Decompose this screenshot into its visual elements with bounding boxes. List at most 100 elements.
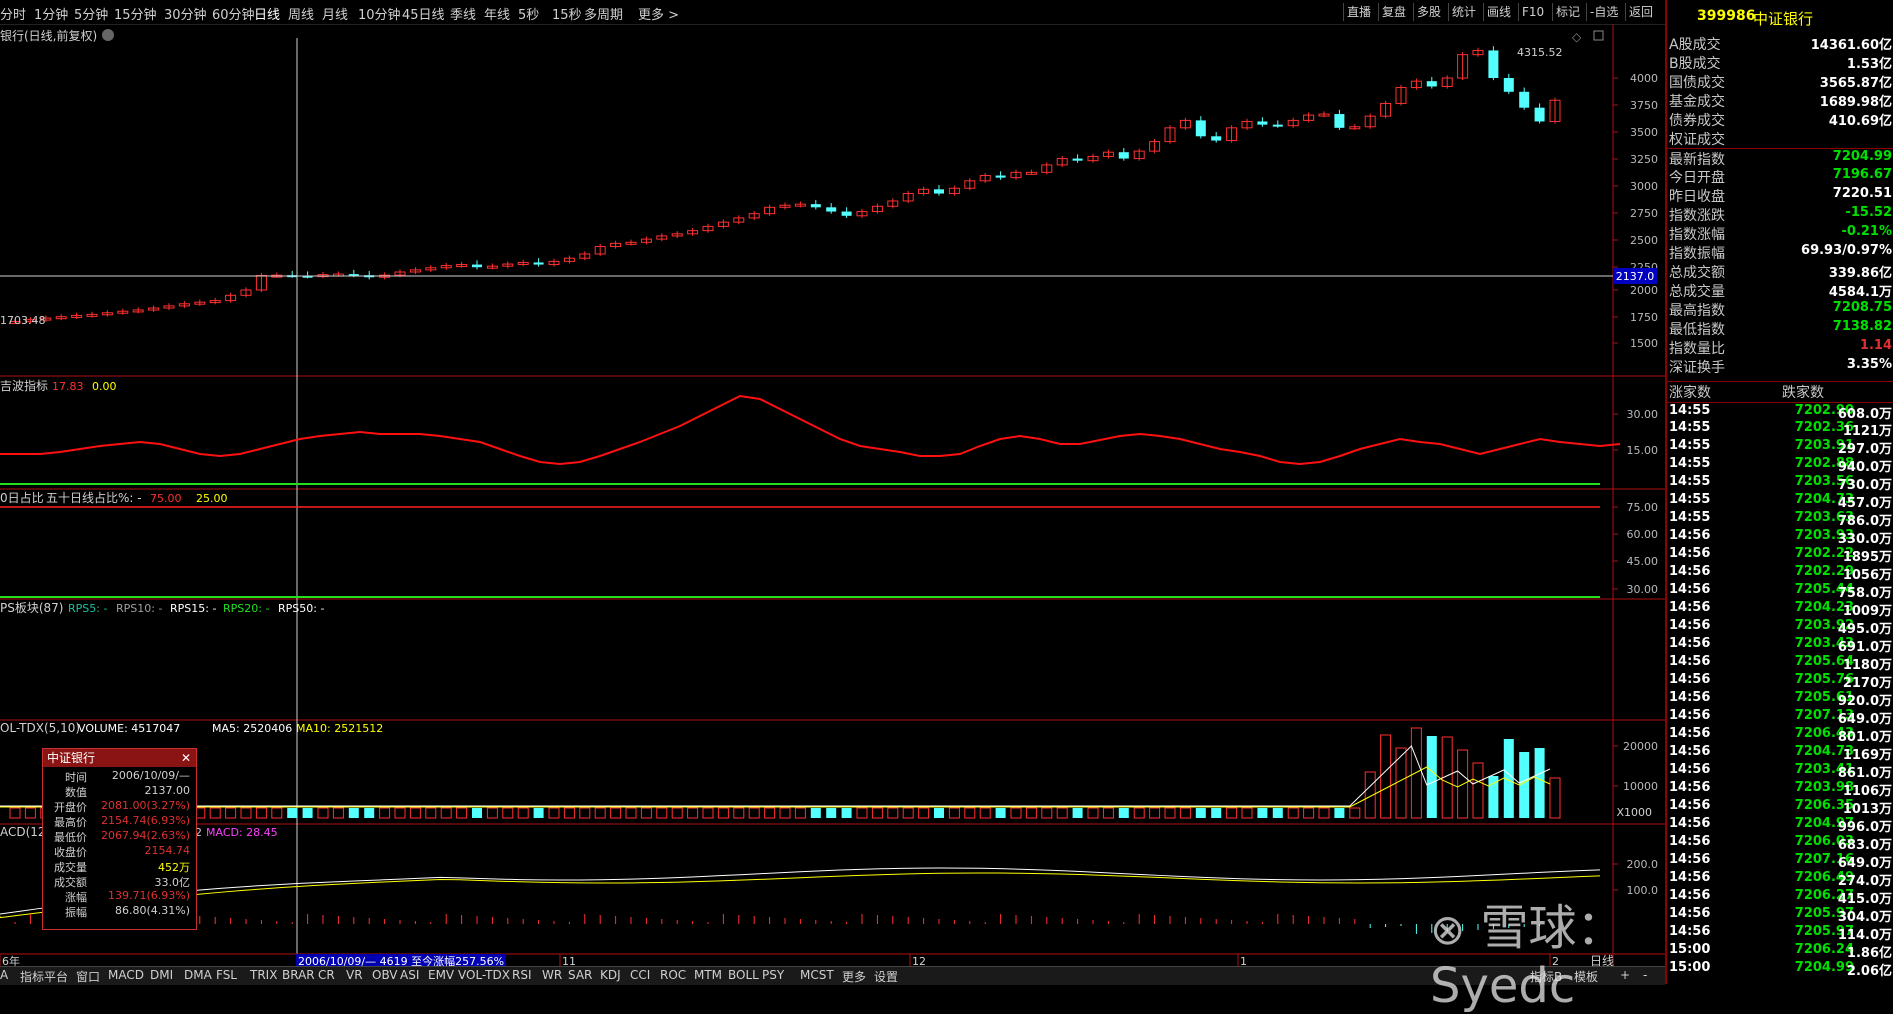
index-code: 399986 bbox=[1697, 8, 1756, 24]
chart-area[interactable]: 银行(日线,前复权) ◇ 4000 3750 3500 3250 3000 2750 2500 2… bbox=[0, 24, 1665, 968]
period-tab-11[interactable]: 季线 bbox=[450, 4, 476, 23]
period-tab-3[interactable]: 15分钟 bbox=[114, 4, 157, 23]
tick-price: 7202.36 bbox=[1794, 420, 1854, 435]
tick-price: 7203.98 bbox=[1794, 780, 1854, 795]
indicator-tab-11[interactable]: OBV bbox=[372, 968, 398, 982]
indicator-tab-17[interactable]: SAR bbox=[568, 968, 592, 982]
period-tab-8[interactable]: 月线 bbox=[322, 4, 348, 23]
stat-label: 国债成交 bbox=[1669, 75, 1725, 91]
period-tab-1[interactable]: 1分钟 bbox=[34, 4, 68, 23]
volume-bar bbox=[1164, 807, 1176, 819]
volume-bar bbox=[995, 808, 1006, 818]
volume-bar bbox=[364, 808, 375, 818]
volume-bar bbox=[209, 807, 221, 819]
indicator-tab-12[interactable]: ASI bbox=[400, 968, 419, 982]
indicator-tab-0[interactable]: A bbox=[0, 968, 8, 982]
tick-row: 14:56 7202.22 1895万 bbox=[1667, 546, 1893, 565]
volume-bar bbox=[1133, 807, 1145, 819]
period-tab-16[interactable]: 更多 > bbox=[638, 4, 679, 23]
volume-bar bbox=[610, 807, 622, 819]
period-tab-2[interactable]: 5分钟 bbox=[74, 4, 108, 23]
indicator-tab-19[interactable]: CCI bbox=[630, 968, 650, 982]
indicator-tab-1[interactable]: 指标平台 bbox=[20, 968, 68, 985]
period-tab-15[interactable]: 多周期 bbox=[584, 4, 623, 23]
volume-bar bbox=[579, 807, 591, 819]
toolbar-button-5[interactable]: F10 bbox=[1518, 3, 1547, 21]
tick-volume: 691.0万 bbox=[1837, 640, 1892, 655]
bottom-right-button-3[interactable]: - bbox=[1643, 968, 1647, 982]
indicator-tab-16[interactable]: WR bbox=[542, 968, 562, 982]
stat-row: 深证换手 3.35% bbox=[1667, 357, 1893, 376]
volume-bar bbox=[779, 807, 791, 819]
indicator-tab-3[interactable]: MACD bbox=[108, 968, 144, 982]
indicator-tab-25[interactable]: 更多 bbox=[842, 968, 866, 985]
tick-row: 14:55 7202.90 608.0万 bbox=[1667, 402, 1893, 422]
tick-price: 7204.73 bbox=[1794, 744, 1854, 759]
settings-dot-icon[interactable] bbox=[102, 29, 114, 41]
popup-row: 数值 2137.00 bbox=[43, 784, 196, 799]
indicator-tab-26[interactable]: 设置 bbox=[874, 968, 898, 985]
volume-bar bbox=[1179, 807, 1191, 819]
stat-label: 最新指数 bbox=[1669, 152, 1725, 168]
volume-bar bbox=[1025, 807, 1037, 819]
period-tab-7[interactable]: 周线 bbox=[288, 4, 314, 23]
tick-volume: 786.0万 bbox=[1837, 514, 1892, 529]
indicator-tab-2[interactable]: 窗口 bbox=[76, 968, 100, 985]
indicator-tab-24[interactable]: MCST bbox=[800, 968, 834, 982]
toolbar-button-2[interactable]: 多股 bbox=[1413, 3, 1444, 21]
period-tab-4[interactable]: 30分钟 bbox=[164, 4, 207, 23]
indicator-tab-22[interactable]: BOLL bbox=[728, 968, 759, 982]
tick-row: 14:56 7204.73 1169万 bbox=[1667, 744, 1893, 763]
close-icon[interactable]: ✕ bbox=[181, 749, 191, 767]
period-tab-13[interactable]: 5秒 bbox=[518, 4, 539, 23]
volume-bar bbox=[1041, 807, 1053, 819]
toolbar-button-6[interactable]: 标记 bbox=[1552, 3, 1583, 21]
toolbar-button-4[interactable]: 画线 bbox=[1483, 3, 1514, 21]
bottom-right-button-1[interactable]: 模板 bbox=[1574, 968, 1598, 985]
y-tick-label: 2000 bbox=[1630, 284, 1658, 297]
indicator-tab-6[interactable]: FSL bbox=[216, 968, 237, 982]
stat-label: 指数涨跌 bbox=[1669, 208, 1725, 224]
high-price-label: 4315.52 bbox=[1517, 46, 1563, 59]
popup-row-label: 最高价 bbox=[54, 816, 87, 829]
period-tab-10[interactable]: 45日线 bbox=[402, 4, 445, 23]
indicator-tab-7[interactable]: TRIX bbox=[250, 968, 277, 982]
indicator-tab-20[interactable]: ROC bbox=[660, 968, 686, 982]
indicator-tab-23[interactable]: PSY bbox=[762, 968, 784, 982]
toolbar-button-0[interactable]: 直播 bbox=[1343, 3, 1374, 21]
indicator-tab-13[interactable]: EMV bbox=[428, 968, 454, 982]
indicator-tab-10[interactable]: VR bbox=[346, 968, 363, 982]
popup-row: 收盘价 2154.74 bbox=[43, 844, 196, 859]
period-tab-14[interactable]: 15秒 bbox=[552, 4, 582, 23]
indicator-tab-5[interactable]: DMA bbox=[184, 968, 212, 982]
indicator-tab-18[interactable]: KDJ bbox=[600, 968, 621, 982]
indicator-tab-14[interactable]: VOL-TDX bbox=[458, 968, 510, 982]
period-tab-12[interactable]: 年线 bbox=[484, 4, 510, 23]
toolbar-button-7[interactable]: -自选 bbox=[1586, 3, 1621, 21]
tick-row: 14:56 7207.13 649.0万 bbox=[1667, 708, 1893, 727]
kline-chart-svg[interactable]: 银行(日线,前复权) ◇ 4000 3750 3500 3250 3000 2750 2500 2… bbox=[0, 24, 1665, 968]
popup-row: 最低价 2067.94(2.63%) bbox=[43, 829, 196, 844]
volume-bar bbox=[1380, 734, 1392, 819]
indicator-tab-8[interactable]: BRAR bbox=[282, 968, 315, 982]
bottom-right-button-2[interactable]: + bbox=[1620, 968, 1630, 982]
indicator-tab-9[interactable]: CR bbox=[318, 968, 335, 982]
volume-ma10-line bbox=[0, 766, 1551, 808]
tick-row: 14:56 7202.29 1056万 bbox=[1667, 564, 1893, 583]
indicator-tab-21[interactable]: MTM bbox=[694, 968, 722, 982]
wave-value-2: 0.00 bbox=[92, 380, 117, 393]
stat-value: 4584.1万 bbox=[1828, 285, 1892, 300]
window-icon[interactable] bbox=[1593, 30, 1604, 41]
tick-row: 14:55 7202.36 1121万 bbox=[1667, 420, 1893, 439]
indicator-tab-4[interactable]: DMI bbox=[150, 968, 173, 982]
period-tab-9[interactable]: 10分钟 bbox=[358, 4, 401, 23]
period-tab-0[interactable]: 分时 bbox=[0, 4, 26, 23]
toolbar-button-8[interactable]: 返回 bbox=[1625, 3, 1656, 21]
toolbar-button-1[interactable]: 复盘 bbox=[1378, 3, 1409, 21]
stat-label: 基金成交 bbox=[1669, 94, 1725, 110]
period-tab-5[interactable]: 60分钟 bbox=[212, 4, 255, 23]
rps20-label: RPS20: - bbox=[223, 602, 269, 615]
indicator-tab-15[interactable]: RSI bbox=[512, 968, 532, 982]
period-tab-6[interactable]: 日线 bbox=[254, 4, 280, 23]
toolbar-button-3[interactable]: 统计 bbox=[1448, 3, 1479, 21]
